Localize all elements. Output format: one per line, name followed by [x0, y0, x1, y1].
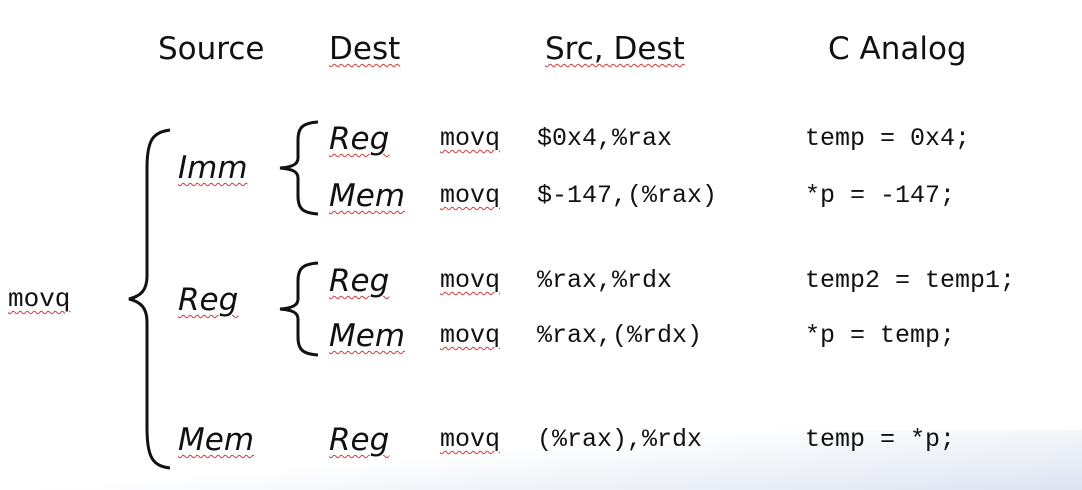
- row-dest: Reg: [329, 121, 390, 157]
- header-dest: Dest: [329, 31, 401, 67]
- source-imm: Imm: [178, 150, 248, 186]
- header-source: Source: [158, 31, 265, 67]
- row-asm-op: movq: [440, 266, 501, 295]
- row-asm-args: %rax,%rdx: [537, 266, 673, 295]
- row-asm-op: movq: [440, 321, 501, 350]
- row-c-code: temp = 0x4;: [805, 124, 971, 153]
- big-brace: [128, 128, 171, 470]
- row-asm-args: $-147,(%rax): [537, 181, 718, 210]
- row-c-code: *p = temp;: [805, 321, 956, 350]
- instruction-label: movq: [8, 284, 71, 314]
- header-c-analog: C Analog: [828, 31, 967, 67]
- row-asm-args: %rax,(%rdx): [537, 321, 703, 350]
- row-dest: Reg: [329, 263, 390, 299]
- source-reg: Reg: [178, 282, 239, 318]
- source-mem: Mem: [178, 422, 255, 458]
- header-src-dest: Src, Dest: [545, 31, 685, 67]
- row-dest: Mem: [329, 178, 406, 214]
- row-dest: Reg: [329, 422, 390, 458]
- row-dest: Mem: [329, 318, 406, 354]
- row-asm-op: movq: [440, 425, 501, 454]
- row-asm-args: $0x4,%rax: [537, 124, 673, 153]
- imm-brace: [279, 120, 319, 216]
- row-c-code: temp2 = temp1;: [805, 266, 1016, 295]
- row-c-code: *p = -147;: [805, 181, 956, 210]
- row-asm-args: (%rax),%rdx: [537, 425, 703, 454]
- row-asm-op: movq: [440, 181, 501, 210]
- row-c-code: temp = *p;: [805, 425, 956, 454]
- reg-brace: [279, 261, 319, 357]
- row-asm-op: movq: [440, 124, 501, 153]
